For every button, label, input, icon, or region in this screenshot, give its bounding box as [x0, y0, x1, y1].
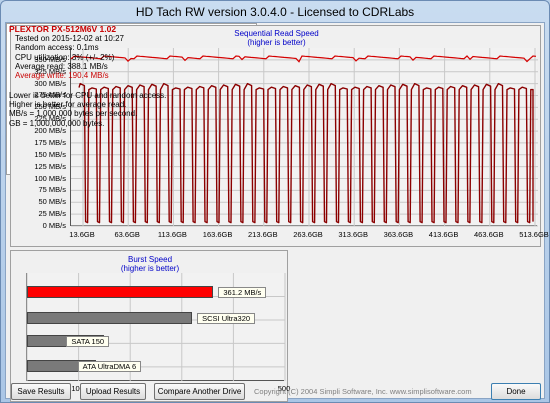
- burst-bar-label: ATA UltraDMA 6: [77, 361, 142, 372]
- y-tick-label: 100 MB/s: [34, 173, 66, 183]
- note-line: Higher is better for average read.: [9, 100, 127, 110]
- y-tick-label: 150 MB/s: [34, 149, 66, 159]
- burst-bar-label: SATA 150: [66, 336, 110, 347]
- y-tick-label: 25 MB/s: [38, 209, 66, 219]
- x-tick-label: 463.6GB: [473, 230, 504, 239]
- note-line: GB = 1,000,000,000 bytes.: [9, 118, 105, 128]
- note-line: Lower is better for CPU and random acces…: [9, 91, 167, 100]
- save-results-button[interactable]: Save Results: [11, 383, 71, 400]
- window-title: HD Tach RW version 3.0.4.0 - Licensed to…: [135, 5, 415, 19]
- burst-speed-panel: Burst Speed (higher is better) 361.2 MB/…: [10, 250, 290, 402]
- burst-chart-title: Burst Speed (higher is better): [11, 255, 289, 273]
- client-area: Sequential Read Speed (higher is better)…: [5, 22, 549, 402]
- title-bar: HD Tach RW version 3.0.4.0 - Licensed to…: [1, 1, 549, 23]
- tested-on: Tested on 2015-12-02 at 10:27: [15, 34, 124, 44]
- y-tick-label: 175 MB/s: [34, 137, 66, 147]
- y-tick-label: 125 MB/s: [34, 161, 66, 171]
- average-write: Average write: 190.4 MB/s: [15, 71, 109, 81]
- note-line: MB/s = 1,000,000 bytes per second.: [9, 109, 138, 119]
- y-tick-label: 75 MB/s: [38, 185, 66, 195]
- x-tick-label: 13.6GB: [69, 230, 95, 239]
- x-tick-label: 363.6GB: [383, 230, 414, 239]
- y-tick-label: 0 MB/s: [42, 221, 66, 230]
- sequential-read-chart: [70, 48, 538, 227]
- cpu-utilization: CPU utilization: 3% (+/- 2%): [15, 52, 115, 62]
- copyright-text: Copyright (C) 2004 Simpli Software, Inc.…: [254, 387, 472, 396]
- x-tick-label: 313.6GB: [338, 230, 368, 239]
- burst-bar-label: 361.2 MB/s: [218, 287, 267, 298]
- upload-results-button[interactable]: Upload Results: [80, 383, 146, 400]
- done-button[interactable]: Done: [491, 383, 541, 400]
- burst-bar: [27, 312, 193, 324]
- burst-title-line2: (higher is better): [120, 264, 180, 273]
- x-tick-label: 213.6GB: [247, 230, 278, 239]
- notes: Lower is better for CPU and random acces…: [9, 91, 166, 128]
- burst-title-line1: Burst Speed: [127, 255, 173, 264]
- compare-another-drive-button[interactable]: Compare Another Drive: [154, 383, 245, 400]
- x-tick-label: 263.6GB: [293, 230, 323, 239]
- y-tick-label: 50 MB/s: [38, 197, 66, 207]
- burst-bar: [27, 286, 214, 298]
- drive-name: PLEXTOR PX-512M6V 1.02: [9, 24, 117, 34]
- average-read: Average read: 388.1 MB/s: [15, 61, 108, 71]
- random-access: Random access: 0.1ms: [15, 43, 99, 53]
- app-window: HD Tach RW version 3.0.4.0 - Licensed to…: [0, 0, 550, 403]
- x-tick-label: 513.6GB: [519, 230, 549, 239]
- sequential-plot-area: [70, 48, 538, 227]
- x-tick-label: 163.6GB: [202, 230, 233, 239]
- read-speed-series: [70, 55, 537, 63]
- x-tick-label: 113.6GB: [157, 230, 187, 239]
- x-tick-label: 63.6GB: [114, 230, 140, 239]
- burst-bar-label: SCSI Ultra320: [197, 313, 256, 324]
- x-tick-label: 413.6GB: [428, 230, 459, 239]
